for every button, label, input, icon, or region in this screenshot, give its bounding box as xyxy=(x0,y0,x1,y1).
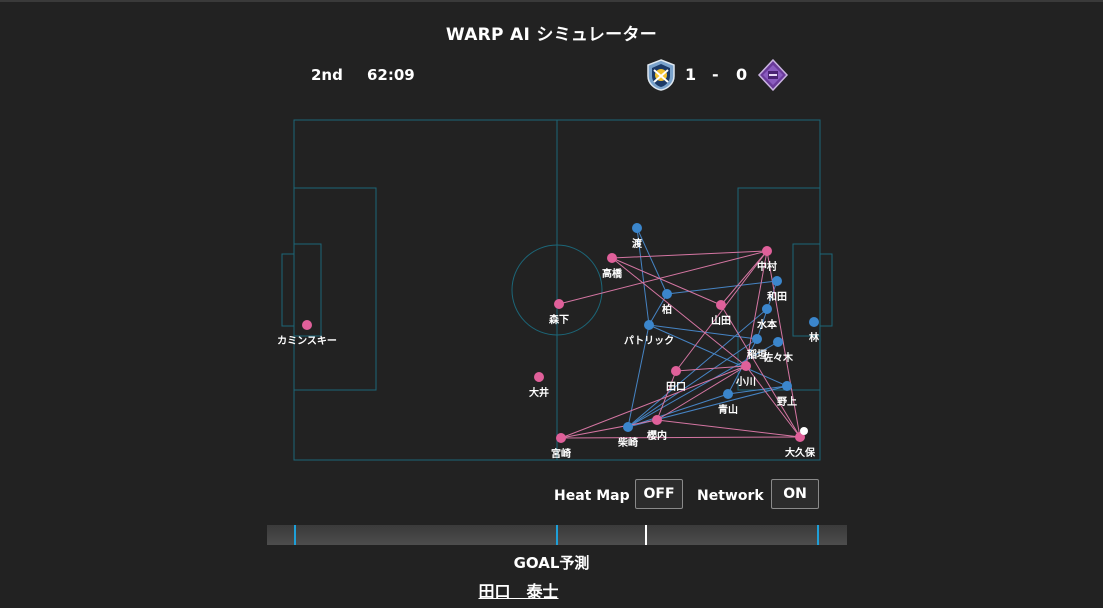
blue-player-marker[interactable] xyxy=(644,320,654,330)
blue-player-name: 柏 xyxy=(662,303,672,316)
blue-player-name: 和田 xyxy=(766,290,787,303)
pink-player-name: 大久保 xyxy=(785,446,816,459)
pink-pass-link xyxy=(720,250,768,306)
pink-player[interactable]: 森下 xyxy=(548,299,569,326)
timeline-tick-fulltime xyxy=(817,525,819,545)
pink-player-marker[interactable] xyxy=(607,253,617,263)
pink-player-marker[interactable] xyxy=(302,320,312,330)
pass-network xyxy=(558,227,801,439)
pink-player[interactable]: 山田 xyxy=(711,300,731,327)
timeline-cursor[interactable] xyxy=(645,525,648,545)
pink-player-name: 高橋 xyxy=(602,267,623,280)
network-label: Network xyxy=(697,488,764,504)
blue-player[interactable]: 水本 xyxy=(756,304,778,331)
predicted-scorer-link[interactable]: 田口 泰士 xyxy=(478,582,558,601)
heatmap-label: Heat Map xyxy=(554,488,630,504)
home-score: 1 xyxy=(685,65,697,84)
match-half: 2nd xyxy=(311,66,343,84)
pink-player-marker[interactable] xyxy=(716,300,726,310)
blue-player[interactable]: パトリック xyxy=(624,320,674,347)
pink-player-name: カミンスキー xyxy=(277,335,337,347)
blue-player-marker[interactable] xyxy=(782,381,792,391)
pitch-lines xyxy=(281,119,833,461)
blue-player-name: 柴崎 xyxy=(617,436,638,449)
blue-player[interactable]: 野上 xyxy=(777,381,797,408)
top-border xyxy=(0,0,1103,2)
goal-prediction-title: GOAL予測 xyxy=(513,554,590,572)
score-separator: - xyxy=(712,65,719,84)
blue-player-marker[interactable] xyxy=(662,289,672,299)
pink-pass-link xyxy=(611,257,747,367)
pitch-map: カミンスキー高橋森下 山田中村田口 小川大井櫻内宮崎 大久保渡柏パトリック和田水本稲垣… xyxy=(277,119,833,461)
pink-player-marker[interactable] xyxy=(741,361,751,371)
blue-player-marker[interactable] xyxy=(809,317,819,327)
pink-player[interactable]: 大井 xyxy=(529,372,549,399)
pink-player-marker[interactable] xyxy=(534,372,544,382)
blue-player-marker[interactable] xyxy=(762,304,772,314)
blue-player-name: 青山 xyxy=(718,403,738,416)
blue-player[interactable]: 和田 xyxy=(766,276,787,303)
pink-player[interactable]: カミンスキー xyxy=(277,320,337,347)
blue-player-marker[interactable] xyxy=(632,223,642,233)
left-penalty-box xyxy=(293,187,377,391)
blue-player[interactable]: 林 xyxy=(809,317,820,344)
blue-player-marker[interactable] xyxy=(723,389,733,399)
pink-player-marker[interactable] xyxy=(652,415,662,425)
pink-pass-link xyxy=(656,419,801,438)
timeline-tick-halftime xyxy=(556,525,558,545)
ball-marker xyxy=(800,427,808,435)
blue-player-name: 野上 xyxy=(777,395,797,408)
match-clock: 62:09 xyxy=(367,66,415,84)
blue-player-marker[interactable] xyxy=(773,337,783,347)
away-team-crest-icon xyxy=(757,59,789,91)
blue-player-name: 林 xyxy=(809,331,820,344)
blue-player-name: 佐々木 xyxy=(762,351,794,364)
match-timeline-slider[interactable] xyxy=(267,525,847,545)
left-goal xyxy=(281,253,295,327)
app-title: WARP AI シミュレーター xyxy=(445,25,658,45)
pink-player-name: 櫻内 xyxy=(646,429,667,442)
blue-player[interactable]: 柴崎 xyxy=(617,422,638,449)
timeline-tick-kickoff xyxy=(294,525,296,545)
pink-player-name: 中村 xyxy=(757,260,777,273)
pink-player-marker[interactable] xyxy=(554,299,564,309)
away-score: 0 xyxy=(736,65,748,84)
right-goal xyxy=(819,253,833,327)
pink-player-name: 小川 xyxy=(735,375,756,388)
pink-player-marker[interactable] xyxy=(556,433,566,443)
blue-player-marker[interactable] xyxy=(772,276,782,286)
home-team-crest-icon xyxy=(647,59,675,91)
pink-player-name: 森下 xyxy=(548,313,569,326)
blue-player-name: 渡 xyxy=(632,237,643,250)
pink-player-marker[interactable] xyxy=(762,246,772,256)
network-toggle-button[interactable]: ON xyxy=(771,479,819,509)
pink-player[interactable]: 高橋 xyxy=(602,253,623,280)
pink-pass-link xyxy=(560,419,658,439)
blue-player-marker[interactable] xyxy=(752,334,762,344)
pink-pass-link xyxy=(560,436,801,439)
pink-player-marker[interactable] xyxy=(671,366,681,376)
pink-player[interactable]: 櫻内 xyxy=(646,415,667,442)
blue-player-name: 水本 xyxy=(756,318,778,331)
pink-player-name: 大井 xyxy=(529,386,549,399)
pink-pass-link xyxy=(656,370,677,421)
heatmap-toggle-button[interactable]: OFF xyxy=(635,479,683,509)
blue-player-name: パトリック xyxy=(624,335,674,347)
blue-player-marker[interactable] xyxy=(623,422,633,432)
pink-player-name: 宮崎 xyxy=(551,447,571,460)
pink-player-name: 田口 xyxy=(666,381,686,393)
pink-player-name: 山田 xyxy=(711,314,731,327)
